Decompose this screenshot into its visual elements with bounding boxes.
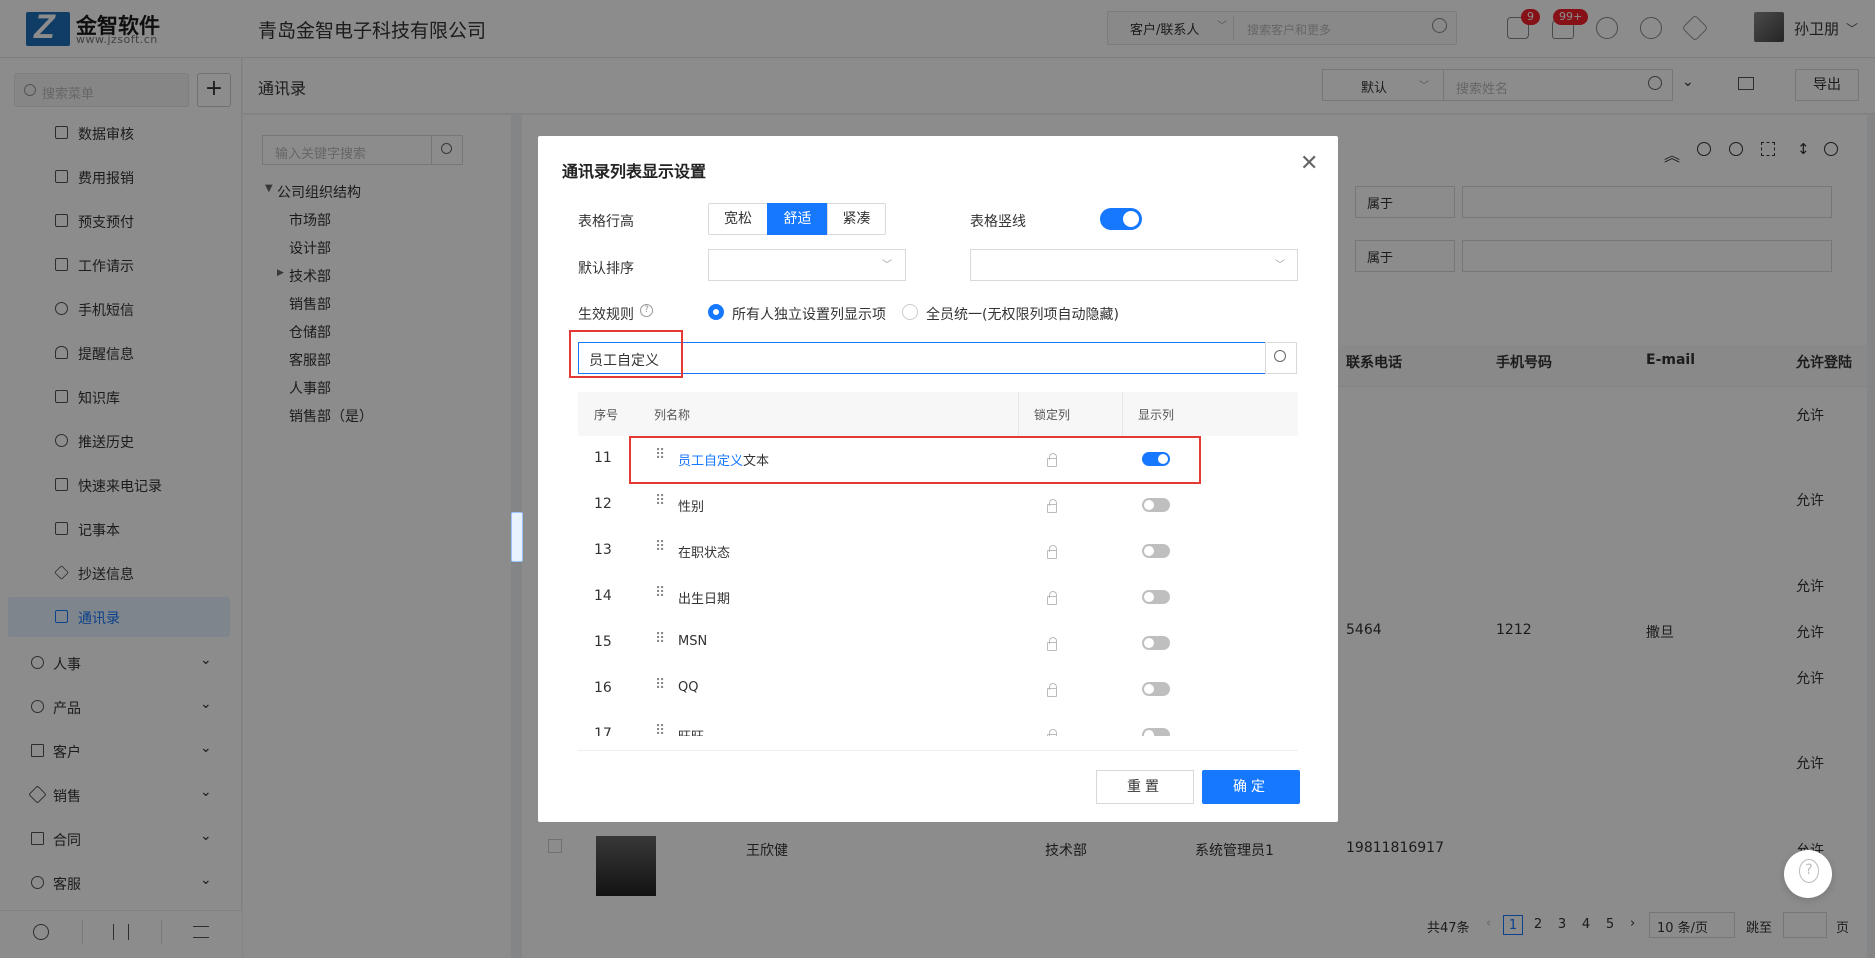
column-name: 旺旺 [678,726,704,736]
row-index: 12 [594,496,612,512]
lock-icon[interactable] [1047,683,1057,697]
row-index: 13 [594,542,612,558]
highlight-box [569,330,683,378]
lock-icon[interactable] [1047,637,1057,651]
drag-handle-icon[interactable]: ⠿ [655,585,665,601]
lock-icon[interactable] [1047,591,1057,605]
show-column-toggle[interactable] [1142,636,1170,650]
column-name: 性别 [678,500,705,515]
divider [1018,392,1019,436]
vertical-lines-label: 表格竖线 [970,214,1026,230]
default-sort-label: 默认排序 [578,261,634,277]
header-index: 序号 [594,408,619,422]
chevron-down-icon: ﹀ [1275,260,1285,271]
row-height-label: 表格行高 [578,214,634,230]
drag-handle-icon[interactable]: ⠿ [655,677,665,693]
dialog-title: 通讯录列表显示设置 [562,162,707,181]
lock-icon[interactable] [1047,499,1057,513]
row-height-loose[interactable]: 宽松 [708,203,768,235]
drag-handle-icon[interactable]: ⠿ [655,539,665,555]
show-column-toggle[interactable] [1142,590,1170,604]
show-column-toggle[interactable] [1142,498,1170,512]
sort-order-select[interactable] [970,249,1298,281]
show-column-toggle[interactable] [1142,682,1170,696]
drag-handle-icon[interactable]: ⠿ [655,493,665,509]
lock-icon[interactable] [1047,545,1057,559]
close-icon[interactable]: ✕ [1300,151,1318,176]
reset-button[interactable]: 重置 [1096,770,1194,804]
row-height-comfortable[interactable]: 舒适 [767,203,828,235]
header-show: 显示列 [1138,408,1175,422]
row-index: 11 [594,450,612,466]
rule-radio-individual[interactable] [708,304,724,320]
row-index: 16 [594,680,612,696]
rule-label: 生效规则 [578,307,634,323]
help-button[interactable] [1784,850,1832,898]
rule-radio-unified[interactable] [902,304,918,320]
confirm-button[interactable]: 确定 [1202,770,1300,804]
show-column-toggle[interactable] [1142,544,1170,558]
list-item-clipped: 17 ⠿ 旺旺 [578,722,1298,736]
collapse-handle[interactable] [511,512,523,562]
drag-handle-icon[interactable]: ⠿ [655,631,665,647]
header-lock: 锁定列 [1034,408,1071,422]
row-index: 15 [594,634,612,650]
column-name: MSN [678,634,708,649]
rule-option-label[interactable]: 所有人独立设置列显示项 [732,304,886,324]
divider [578,750,1298,751]
column-name: 出生日期 [678,592,731,607]
search-icon [1274,350,1286,362]
row-height-compact[interactable]: 紧凑 [827,203,886,235]
show-column-toggle[interactable] [1142,728,1170,736]
row-index: 17 [594,726,612,736]
column-name: QQ [678,680,699,695]
lock-icon[interactable] [1047,729,1057,736]
rule-option-label[interactable]: 全员统一(无权限列项自动隐藏) [926,304,1119,324]
question-icon[interactable]: ? [640,304,653,317]
vertical-lines-toggle[interactable] [1100,208,1142,230]
column-name: 在职状态 [678,546,731,561]
divider [1122,392,1123,436]
chevron-down-icon: ﹀ [882,260,892,271]
highlight-box [629,436,1201,484]
row-index: 14 [594,588,612,604]
sort-field-select[interactable] [708,249,906,281]
drag-handle-icon[interactable]: ⠿ [655,723,665,736]
header-name: 列名称 [654,408,691,422]
